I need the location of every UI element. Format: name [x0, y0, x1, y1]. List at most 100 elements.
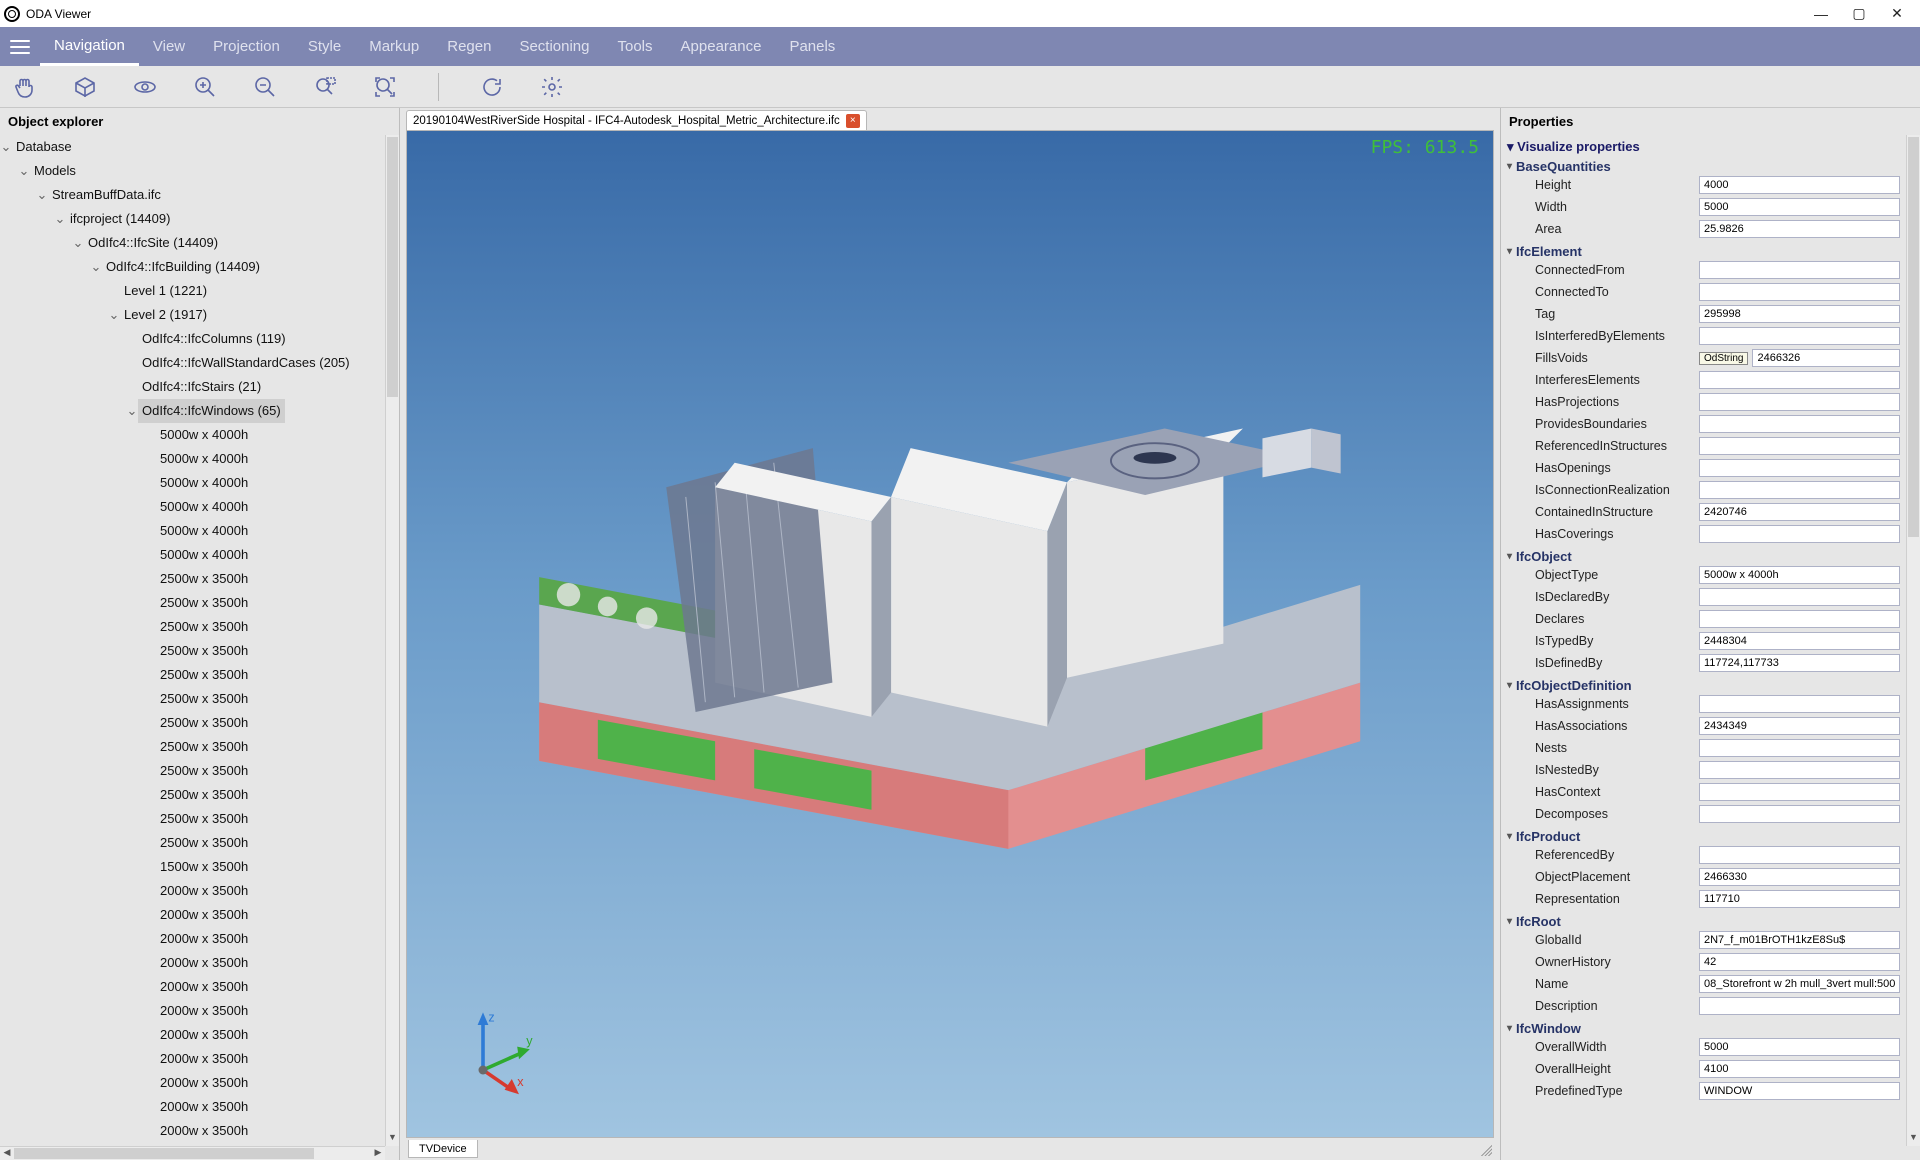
property-value-input[interactable]	[1699, 481, 1900, 499]
tree-item[interactable]: 2000w x 3500h	[144, 1071, 385, 1095]
tree-item[interactable]: ⌄Models⌄StreamBuffData.ifc⌄ifcproject (1…	[18, 159, 385, 1146]
hamburger-icon[interactable]	[0, 27, 40, 66]
window-close-button[interactable]: ✕	[1890, 7, 1904, 21]
3d-viewport[interactable]: FPS: 613.5	[406, 130, 1494, 1138]
property-value-input[interactable]	[1699, 632, 1900, 650]
scroll-left-icon[interactable]: ◀	[0, 1147, 14, 1160]
property-value-input[interactable]	[1699, 437, 1900, 455]
property-value-input[interactable]	[1699, 566, 1900, 584]
property-group-header[interactable]: ▾ IfcWindow	[1507, 1021, 1900, 1036]
menu-sectioning[interactable]: Sectioning	[505, 27, 603, 66]
explorer-vscrollbar[interactable]: ▲ ▼	[385, 135, 399, 1146]
tree-item[interactable]: 2500w x 3500h	[144, 831, 385, 855]
orbit-icon[interactable]	[132, 74, 158, 100]
zoom-extents-icon[interactable]	[372, 74, 398, 100]
scroll-down-icon[interactable]: ▼	[386, 1132, 399, 1146]
tree-item[interactable]: 2500w x 3500h	[144, 783, 385, 807]
property-value-input[interactable]	[1699, 327, 1900, 345]
tree-item[interactable]: 2000w x 3500h	[144, 903, 385, 927]
property-value-input[interactable]	[1699, 717, 1900, 735]
tree-item[interactable]: 2000w x 3500h	[144, 1119, 385, 1143]
property-value-input[interactable]	[1699, 610, 1900, 628]
tree-item[interactable]: 2500w x 3500h	[144, 663, 385, 687]
zoom-box-icon[interactable]	[312, 74, 338, 100]
regen-icon[interactable]	[479, 74, 505, 100]
tree-item[interactable]: 2000w x 3500h	[144, 1047, 385, 1071]
resize-handle-icon[interactable]	[1478, 1142, 1492, 1156]
property-value-input[interactable]	[1699, 176, 1900, 194]
tree-item[interactable]: OdIfc4::IfcStairs (21)	[126, 375, 385, 399]
chevron-down-icon[interactable]: ⌄	[126, 400, 138, 422]
menu-markup[interactable]: Markup	[355, 27, 433, 66]
property-value-input[interactable]	[1699, 654, 1900, 672]
menu-projection[interactable]: Projection	[199, 27, 294, 66]
property-value-input[interactable]	[1699, 953, 1900, 971]
property-group-header[interactable]: ▾ IfcObjectDefinition	[1507, 678, 1900, 693]
status-tab[interactable]: TVDevice	[408, 1140, 478, 1158]
property-value-input[interactable]	[1699, 283, 1900, 301]
object-tree[interactable]: ⌄Database⌄Models⌄StreamBuffData.ifc⌄ifcp…	[0, 135, 385, 1146]
tree-item[interactable]: 2000w x 3500h	[144, 951, 385, 975]
chevron-down-icon[interactable]: ⌄	[90, 256, 102, 278]
property-value-input[interactable]	[1699, 1060, 1900, 1078]
property-value-input[interactable]	[1699, 198, 1900, 216]
zoom-in-icon[interactable]	[192, 74, 218, 100]
property-value-input[interactable]	[1699, 846, 1900, 864]
property-value-input[interactable]	[1699, 739, 1900, 757]
tree-item[interactable]: 2500w x 3500h	[144, 735, 385, 759]
property-value-input[interactable]	[1699, 975, 1900, 993]
tree-item[interactable]: ⌄OdIfc4::IfcSite (14409)⌄OdIfc4::IfcBuil…	[72, 231, 385, 1146]
tree-item[interactable]: 1500w x 3500h	[144, 855, 385, 879]
explorer-hscrollbar[interactable]: ◀ ▶	[0, 1146, 385, 1160]
property-value-input[interactable]	[1699, 783, 1900, 801]
property-value-input[interactable]	[1699, 525, 1900, 543]
tree-item[interactable]: 5000w x 4000h	[144, 471, 385, 495]
property-value-input[interactable]	[1699, 997, 1900, 1015]
property-value-input[interactable]	[1699, 220, 1900, 238]
tree-item[interactable]: 2500w x 3500h	[144, 591, 385, 615]
scroll-right-icon[interactable]: ▶	[371, 1147, 385, 1160]
scroll-thumb[interactable]	[387, 137, 398, 397]
property-value-input[interactable]	[1752, 349, 1900, 367]
tree-item[interactable]: 5000w x 4000h	[144, 423, 385, 447]
property-value-input[interactable]	[1699, 931, 1900, 949]
property-value-input[interactable]	[1699, 890, 1900, 908]
property-value-input[interactable]	[1699, 1038, 1900, 1056]
property-value-input[interactable]	[1699, 393, 1900, 411]
tree-item[interactable]: 2500w x 3500h	[144, 615, 385, 639]
menu-navigation[interactable]: Navigation	[40, 27, 139, 66]
property-group-header[interactable]: ▾ BaseQuantities	[1507, 159, 1900, 174]
tree-item[interactable]: 2000w x 3500h	[144, 1023, 385, 1047]
tree-item[interactable]: OdIfc4::IfcColumns (119)	[126, 327, 385, 351]
tree-item[interactable]: 2500w x 3500h	[144, 567, 385, 591]
chevron-down-icon[interactable]: ⌄	[72, 232, 84, 254]
property-group-header[interactable]: ▾ IfcElement	[1507, 244, 1900, 259]
property-value-input[interactable]	[1699, 459, 1900, 477]
chevron-down-icon[interactable]: ⌄	[36, 184, 48, 206]
axis-gizmo[interactable]: z y x	[447, 1007, 537, 1097]
property-group-header[interactable]: ▾ IfcObject	[1507, 549, 1900, 564]
pan-icon[interactable]	[12, 74, 38, 100]
tree-item[interactable]: Level 1 (1221)	[108, 279, 385, 303]
tree-item[interactable]: 5000w x 4000h	[144, 519, 385, 543]
tree-item[interactable]: ⌄Database⌄Models⌄StreamBuffData.ifc⌄ifcp…	[0, 135, 385, 1146]
menu-appearance[interactable]: Appearance	[667, 27, 776, 66]
tree-item[interactable]: 2000w x 3500h	[144, 999, 385, 1023]
tree-item[interactable]: 2500w x 3500h	[144, 639, 385, 663]
tree-item[interactable]: OdIfc4::IfcWallStandardCases (205)	[126, 351, 385, 375]
tree-item[interactable]: 2000w x 3500h	[144, 1095, 385, 1119]
tree-item[interactable]: 2500w x 3500h	[144, 807, 385, 831]
property-group-header[interactable]: ▾ IfcProduct	[1507, 829, 1900, 844]
tree-item[interactable]: ⌄OdIfc4::IfcWindows (65)5000w x 4000h500…	[126, 399, 385, 1146]
menu-tools[interactable]: Tools	[604, 27, 667, 66]
tree-item[interactable]: ⌄StreamBuffData.ifc⌄ifcproject (14409)⌄O…	[36, 183, 385, 1146]
properties-vscrollbar[interactable]: ▲ ▼	[1906, 135, 1920, 1146]
chevron-down-icon[interactable]: ⌄	[54, 208, 66, 230]
property-value-input[interactable]	[1699, 503, 1900, 521]
settings-gear-icon[interactable]	[539, 74, 565, 100]
scroll-thumb[interactable]	[1908, 137, 1919, 537]
file-tab[interactable]: 20190104WestRiverSide Hospital - IFC4-Au…	[406, 110, 867, 130]
tree-item[interactable]: 2500w x 3500h	[144, 711, 385, 735]
tree-item[interactable]: ⌄ifcproject (14409)⌄OdIfc4::IfcSite (144…	[54, 207, 385, 1146]
property-value-input[interactable]	[1699, 761, 1900, 779]
